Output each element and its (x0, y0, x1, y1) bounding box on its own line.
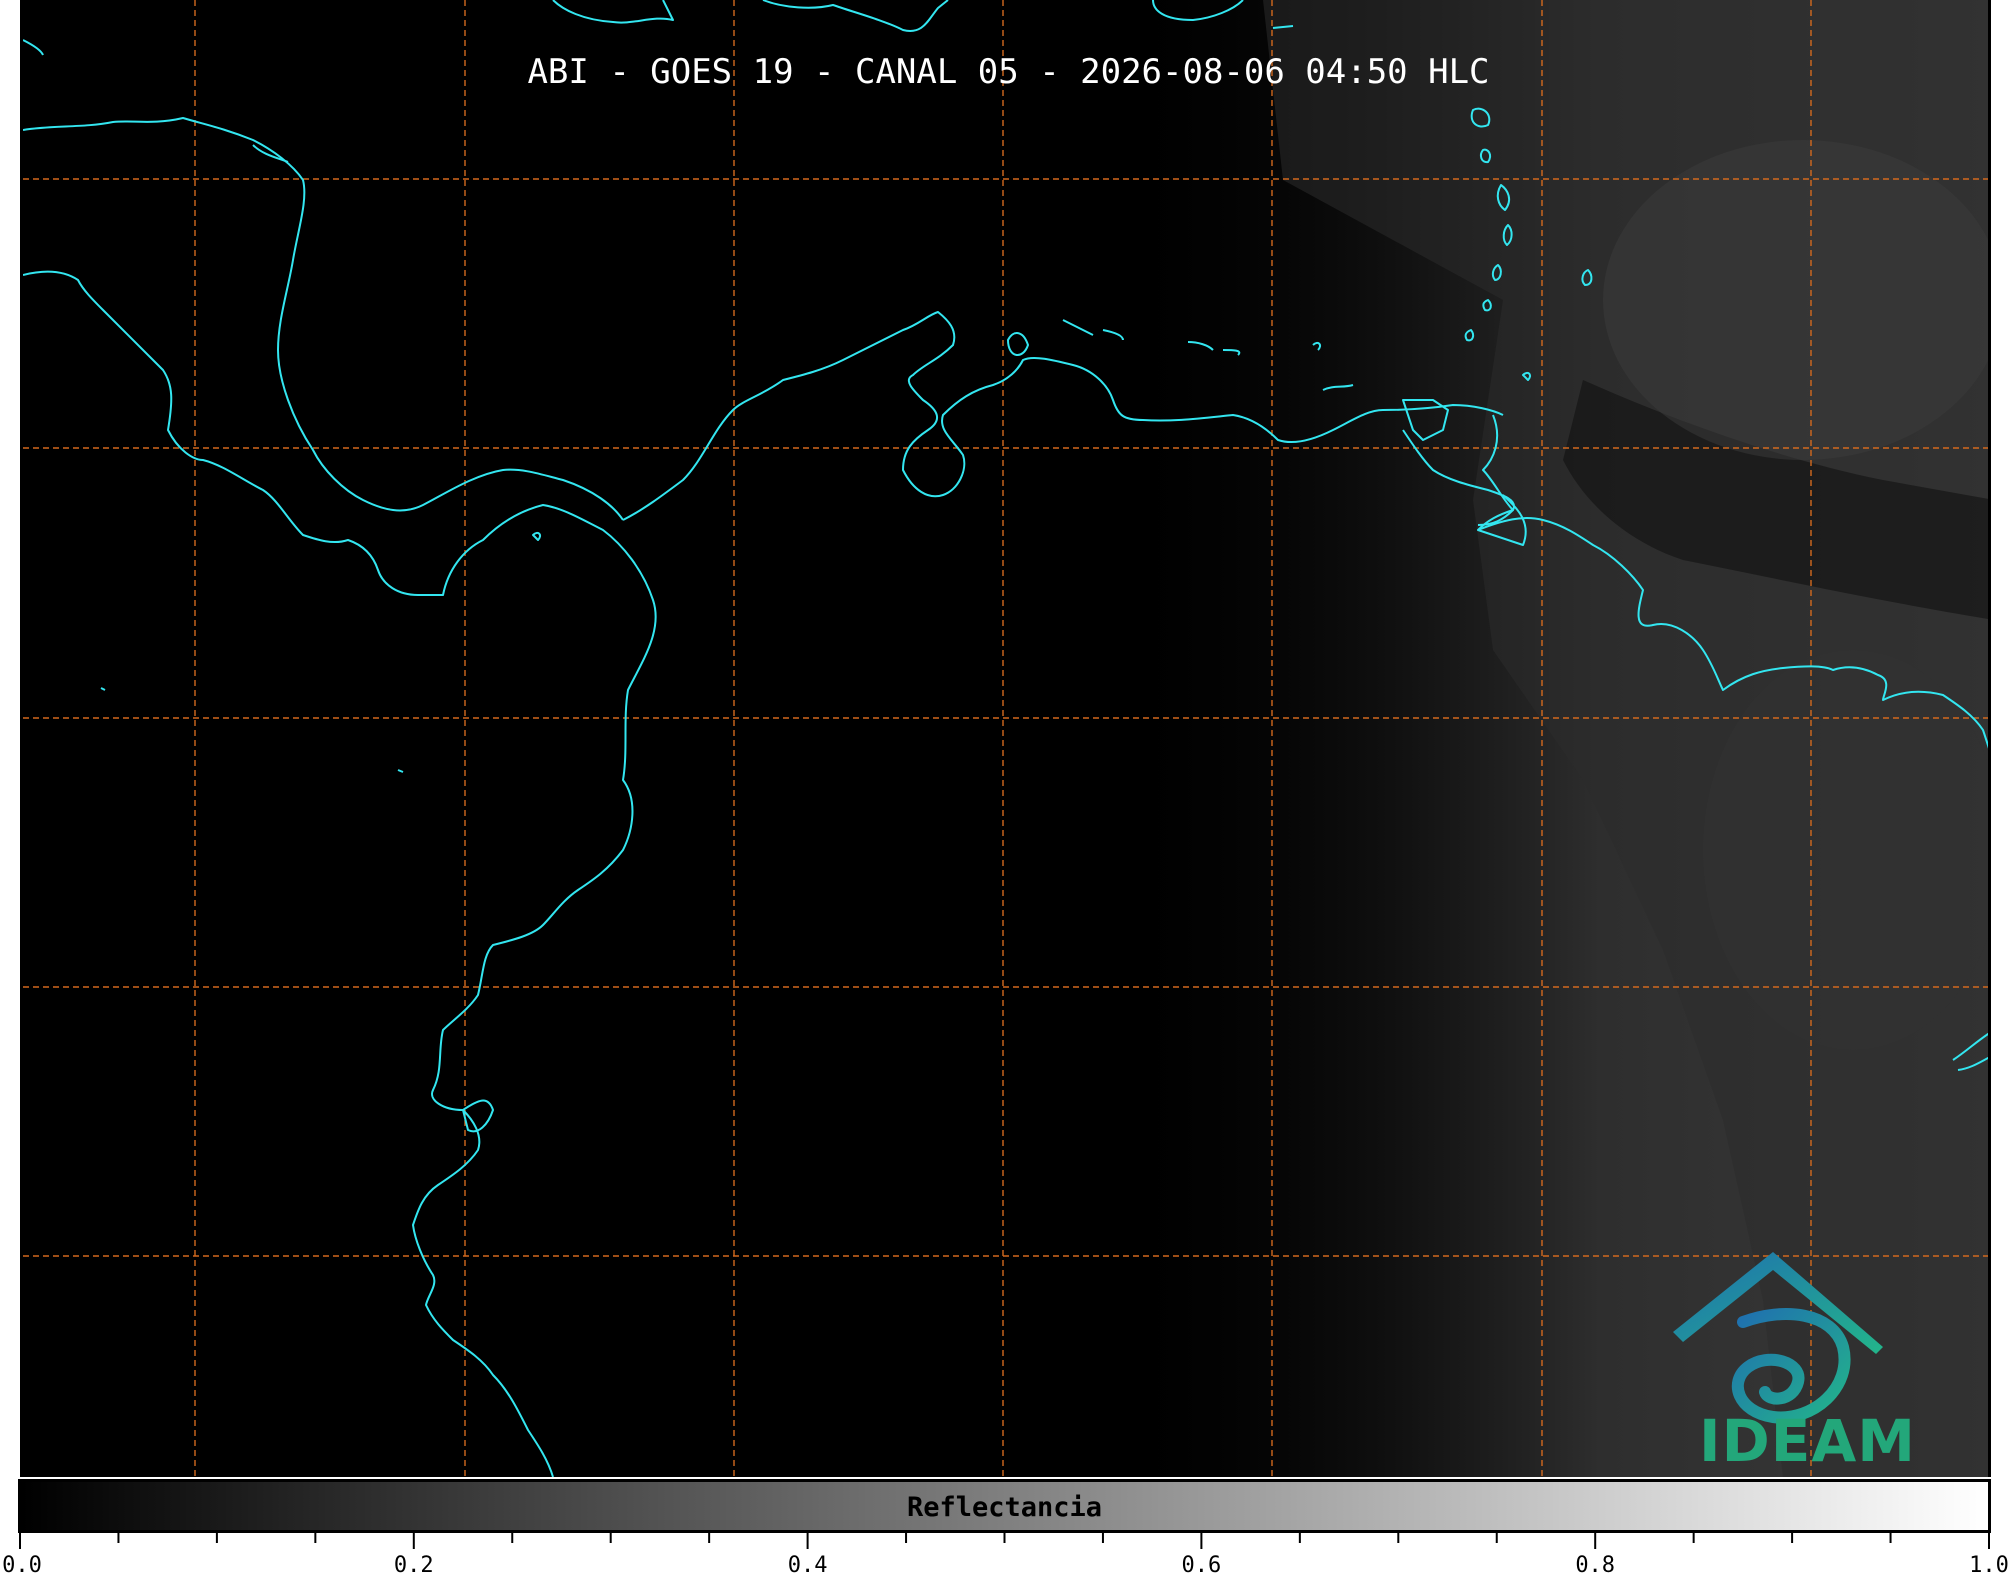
colorbar: Reflectancia (18, 1479, 1991, 1533)
map-canvas (23, 0, 1988, 1477)
satellite-image-panel: ABI - GOES 19 - CANAL 05 - 2026-08-06 04… (20, 0, 1991, 1477)
logo-text: IDEAM (1699, 1407, 1916, 1475)
colorbar-tick-label: 0.2 (393, 1553, 434, 1578)
cloud-cluster (1703, 650, 1988, 1050)
colorbar-axis: 0.0 0.2 0.4 0.6 0.8 1.0 (0, 1533, 2011, 1578)
colorbar-tick-label: 0.0 (2, 1553, 42, 1578)
colorbar-tick-label: 0.6 (1181, 1553, 1222, 1578)
cloud-cluster (1603, 140, 1988, 460)
map-title: ABI - GOES 19 - CANAL 05 - 2026-08-06 04… (527, 52, 1490, 92)
colorbar-tick-label: 0.8 (1575, 1553, 1616, 1578)
colorbar-tick-label: 1.0 (1969, 1553, 2009, 1578)
colorbar-ticks (19, 1533, 1990, 1549)
colorbar-tick-label: 0.4 (787, 1553, 828, 1578)
colorbar-label: Reflectancia (906, 1492, 1103, 1523)
